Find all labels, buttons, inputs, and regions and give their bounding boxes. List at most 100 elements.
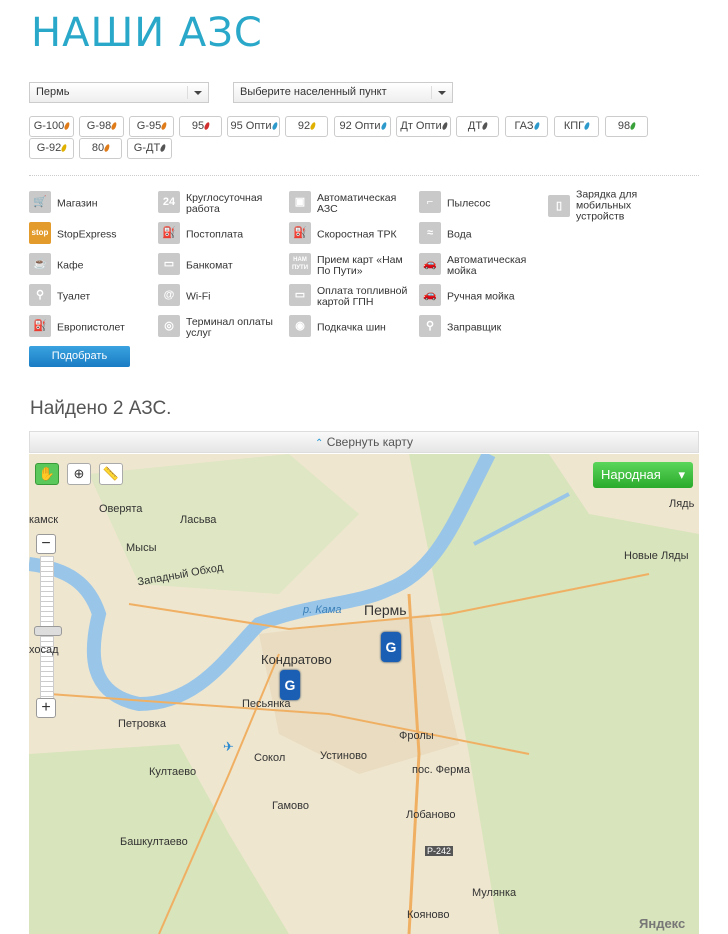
gas-station-pin[interactable]: G [381,632,401,662]
fuel-chip[interactable]: G-100 [29,116,74,137]
city-select-value: Пермь [36,86,70,98]
place-label: Петровка [118,718,166,730]
place-label: Кояново [407,909,450,921]
city-select[interactable]: Пермь [29,82,209,103]
fuel-chip[interactable]: Дт Опти [396,116,451,137]
fuel-chip[interactable]: ГАЗ [505,116,548,137]
vacuum-icon: ⌐ [419,191,441,213]
place-label: хосад [29,644,59,656]
fuel-card-icon: ▭ [289,284,311,306]
charger-icon: ▯ [548,195,570,217]
atm-icon: ▭ [158,253,180,275]
fuel-chip[interactable]: 95 [179,116,222,137]
place-label: Сокол [254,752,286,764]
locality-select[interactable]: Выберите населенный пункт [233,82,453,103]
fuel-chip[interactable]: G-98 [79,116,124,137]
results-count: Найдено 2 АЗС. [30,398,172,419]
map-layer-select[interactable]: Народная ▾ [593,462,693,488]
service-auto-station[interactable]: ▣ Автоматическая АЗС [289,191,419,217]
map-background [29,454,699,934]
fast-pump-icon: ⛽ [289,222,311,244]
fuel-chip[interactable]: 95 Опти [227,116,280,137]
card-icon: НАМ ПУТИ [289,253,311,275]
zoom-slider-handle[interactable] [34,626,62,636]
place-label: пос. Ферма [412,764,470,776]
fuel-chip[interactable]: G-95 [129,116,174,137]
zoom-out-button[interactable]: + [36,698,56,718]
ruler-icon[interactable]: 📏 [99,463,123,485]
hand-wash-icon: 🚗 [419,284,441,306]
service-atm[interactable]: ▭ Банкомат [158,253,288,279]
place-label: Башкултаево [120,836,188,848]
service-vacuum[interactable]: ⌐ Пылесос [419,191,549,217]
zoom-area-icon[interactable]: ⊕ [67,463,91,485]
fuel-chip[interactable]: 98 [605,116,648,137]
water-icon: ≈ [419,222,441,244]
place-label: Ласьва [180,514,217,526]
fuel-drop-icon [203,121,211,131]
road-label: Р-242 [425,846,454,856]
fuel-drop-icon [270,121,279,131]
fuel-drop-icon [110,121,118,131]
divider [29,175,699,176]
place-label: Оверята [99,503,143,515]
tire-icon: ◉ [289,315,311,337]
service-attendant[interactable]: ⚲ Заправщик [419,315,549,341]
place-label: Гамово [272,800,309,812]
fuel-chip[interactable]: ДТ [456,116,499,137]
service-auto-wash[interactable]: 🚗 Автоматическая мойка [419,253,549,279]
service-fast-pump[interactable]: ⛽ Скоростная ТРК [289,222,419,248]
gas-station-pin[interactable]: G [280,670,300,700]
service-tire[interactable]: ◉ Подкачка шин [289,315,419,341]
fuel-chip[interactable]: 92 Опти [334,116,391,137]
service-wifi[interactable]: @ Wi-Fi [158,284,288,310]
cart-icon: 🛒 [29,191,51,213]
fuel-chip[interactable]: G-ДТ [127,138,172,159]
place-label: Култаево [149,766,197,778]
zoom-in-button[interactable]: − [36,534,56,554]
hand-tool-icon[interactable]: ✋ [35,463,59,485]
fuel-drop-icon [629,121,637,131]
service-shop[interactable]: 🛒 Магазин [29,191,159,217]
service-terminal[interactable]: ◎ Терминал оплаты услуг [158,315,288,341]
place-label: камск [29,514,59,526]
place-label: Лобаново [406,809,456,821]
place-label: Песьянка [242,698,291,710]
fuel-drop-icon [63,121,71,131]
map-copyright[interactable]: Яндекс [639,916,685,931]
fuel-chip[interactable]: КПГ [554,116,599,137]
stopexpress-icon: stop [29,222,51,244]
chevron-down-icon [194,91,202,95]
service-charger[interactable]: ▯ Зарядка для мобильных устройств [548,189,678,222]
chevron-down-icon [438,91,446,95]
service-cafe[interactable]: ☕ Кафе [29,253,159,279]
wifi-icon: @ [158,284,180,306]
place-label: Мысы [126,542,157,554]
zoom-control: − + [34,534,62,720]
map[interactable]: ✋ ⊕ 📏 Народная ▾ − + G G камск Оверята Л… [29,454,699,934]
service-toilet[interactable]: ⚲ Туалет [29,284,159,310]
page-title: НАШИ АЗС [31,10,263,56]
service-24h[interactable]: 24 Круглосуточная работа [158,191,288,217]
service-hand-wash[interactable]: 🚗 Ручная мойка [419,284,549,310]
service-euro-pistol[interactable]: ⛽ Европистолет [29,315,159,341]
fuel-chip[interactable]: 80 [79,138,122,159]
submit-button[interactable]: Подобрать [29,346,130,367]
service-postpay[interactable]: ⛽ Постоплата [158,222,288,248]
chevron-down-icon: ▾ [678,467,685,482]
service-stopexpress[interactable]: stop StopExpress [29,222,159,248]
airport-icon: ✈ [223,739,234,754]
cafe-icon: ☕ [29,253,51,275]
collapse-map-button[interactable]: ⌃ Свернуть карту [29,431,699,453]
service-fuel-card[interactable]: ▭ Оплата топливной картой ГПН [289,284,419,310]
service-water[interactable]: ≈ Вода [419,222,549,248]
attendant-icon: ⚲ [419,315,441,337]
24h-icon: 24 [158,191,180,213]
service-card-nam-po-puti[interactable]: НАМ ПУТИ Прием карт «Нам По Пути» [289,253,419,279]
place-label: р. Кама [303,604,342,616]
fuel-chip[interactable]: G-92 [29,138,74,159]
pistol-icon: ⛽ [29,315,51,337]
fuel-drop-icon [159,143,167,153]
fuel-chip[interactable]: 92 [285,116,328,137]
place-label: Кондратово [261,652,332,667]
